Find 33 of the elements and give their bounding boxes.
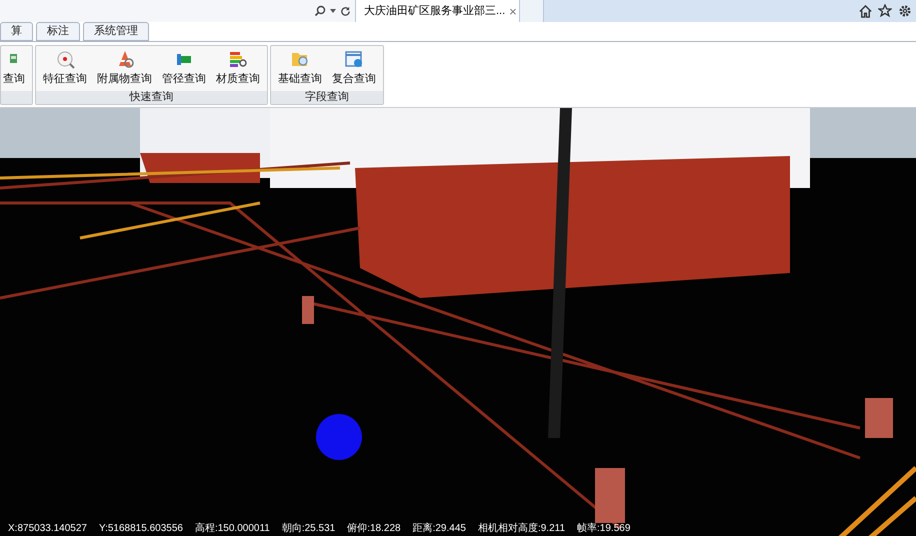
group-title: 快速查询 [36, 91, 267, 104]
ribbon-tab[interactable]: 系统管理 [83, 22, 149, 41]
query-button[interactable]: 附属物查询 [92, 46, 157, 91]
status-text: 高程:150.000011 [194, 522, 270, 536]
query-button[interactable]: 材质查询 [211, 46, 265, 91]
browser-tab[interactable]: 大庆油田矿区服务事业部三... × [356, 0, 520, 22]
star-icon[interactable] [878, 4, 892, 18]
window-icon [344, 49, 364, 70]
home-icon[interactable] [859, 4, 872, 18]
query-button[interactable]: 基础查询 [273, 46, 327, 91]
refresh-icon[interactable] [340, 6, 351, 16]
status-text: 相机相对高度:9.211 [478, 522, 566, 536]
query-button[interactable]: 复合查询 [327, 46, 381, 91]
status-text: 俯仰:18.228 [347, 522, 401, 536]
status-text: X:875033.140527 [8, 522, 87, 536]
query-button[interactable]: 查询 [3, 46, 30, 91]
search-icon[interactable] [314, 5, 326, 17]
target-icon [55, 49, 75, 70]
group-title: 字段查询 [271, 91, 383, 104]
settings-icon[interactable] [898, 4, 912, 18]
group-footer [1, 91, 32, 104]
status-text: 朝向:25.531 [282, 522, 336, 536]
status-text: Y:5168815.603556 [98, 522, 183, 536]
layers-icon [228, 49, 248, 70]
query-button[interactable]: 管径查询 [157, 46, 211, 91]
ribbon-tab[interactable]: 算 [0, 22, 33, 41]
status-text: 距离:29.445 [412, 522, 466, 536]
close-button[interactable]: × [509, 4, 517, 18]
ribbon-tab[interactable]: 标注 [36, 22, 80, 41]
tab-title: 大庆油田矿区服务事业部三... [364, 4, 506, 19]
query-button[interactable]: 特征查询 [38, 46, 92, 91]
status-text: 帧率:19.569 [577, 522, 630, 536]
caret-icon[interactable] [330, 9, 336, 13]
